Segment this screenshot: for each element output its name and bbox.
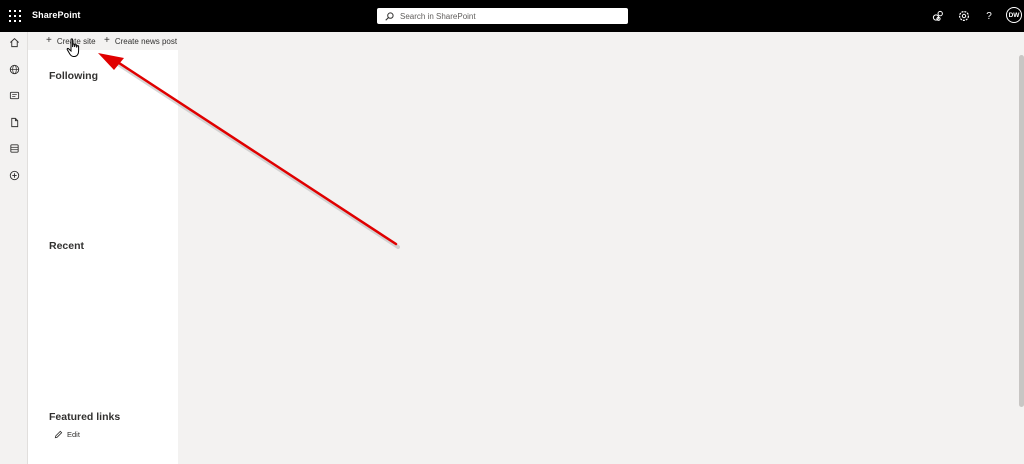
- vertical-scrollbar[interactable]: [1019, 55, 1024, 407]
- recent-heading: Recent: [49, 240, 85, 252]
- settings-button[interactable]: [957, 9, 971, 23]
- plus-icon: +: [46, 35, 52, 46]
- left-panel: Following Recent Featured links Edit: [28, 50, 178, 464]
- globe-icon: [9, 64, 19, 74]
- rail-lists-button[interactable]: [7, 141, 21, 155]
- lists-icon: [9, 143, 19, 153]
- rail-home-button[interactable]: [7, 35, 21, 49]
- create-icon: [9, 170, 19, 180]
- sharepoint-app-icon[interactable]: [931, 9, 945, 23]
- app-launcher-icon[interactable]: [9, 10, 21, 22]
- search-icon: [385, 11, 394, 21]
- featured-links-heading: Featured links: [49, 411, 121, 423]
- pencil-icon: [54, 430, 63, 439]
- search-input[interactable]: [400, 11, 600, 21]
- command-bar: + Create site + Create news post: [28, 32, 1024, 50]
- main-content: [178, 50, 1019, 464]
- edit-featured-links-button[interactable]: Edit: [54, 430, 80, 439]
- search-box[interactable]: [377, 8, 628, 24]
- hand-cursor-icon: [66, 38, 80, 57]
- edit-label: Edit: [67, 430, 80, 439]
- people-sync-icon: [932, 10, 943, 21]
- app-title[interactable]: SharePoint: [32, 10, 81, 20]
- plus-icon: +: [104, 35, 110, 46]
- help-button[interactable]: ?: [982, 9, 996, 23]
- left-app-bar: [0, 32, 28, 464]
- home-icon: [9, 37, 19, 47]
- create-news-post-label: Create news post: [114, 36, 178, 46]
- news-icon: [9, 91, 19, 99]
- rail-create-button[interactable]: [7, 168, 21, 182]
- user-avatar[interactable]: DW: [1006, 7, 1022, 23]
- following-heading: Following: [49, 70, 98, 82]
- rail-files-button[interactable]: [7, 115, 21, 129]
- gear-icon: [958, 10, 970, 22]
- rail-sites-button[interactable]: [7, 62, 21, 76]
- rail-news-button[interactable]: [7, 88, 21, 102]
- create-news-post-button[interactable]: + Create news post: [104, 35, 177, 47]
- suite-header: SharePoint ? DW: [0, 0, 1024, 32]
- file-icon: [10, 117, 18, 127]
